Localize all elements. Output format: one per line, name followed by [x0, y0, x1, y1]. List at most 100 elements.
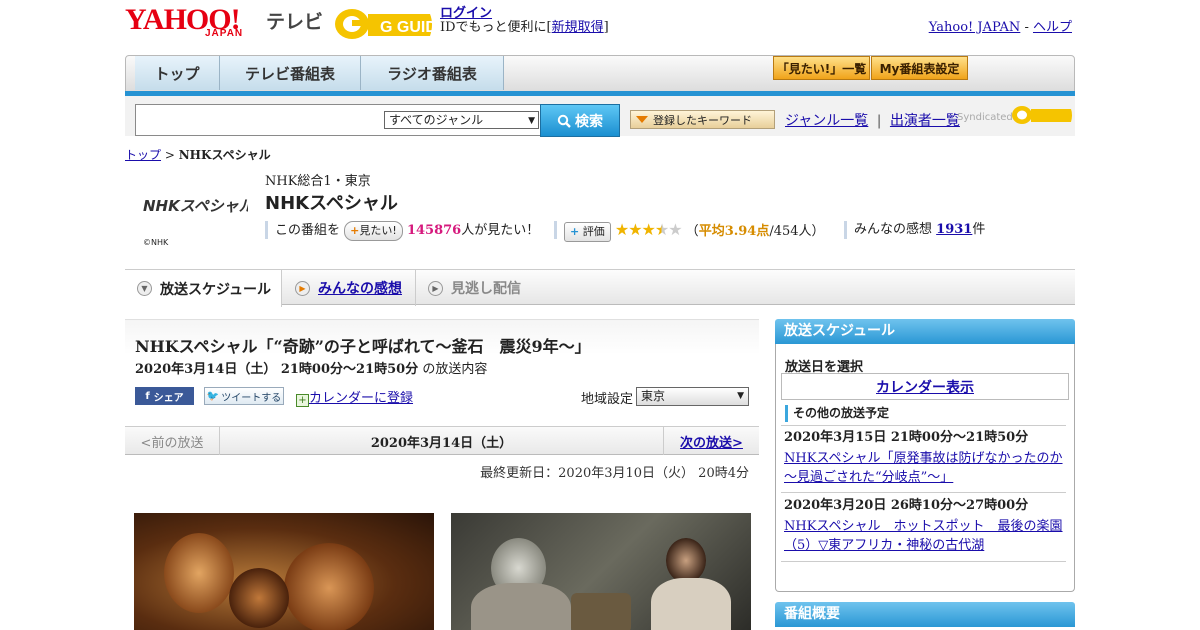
gguide-small-icon — [1012, 106, 1072, 124]
episode-photo-2 — [451, 513, 751, 630]
calendar-plus-icon: + — [296, 394, 309, 407]
syndicated-label: Syndicated — [957, 112, 1013, 123]
login-link[interactable]: ログイン — [440, 6, 492, 21]
other-broadcast-datetime: 2020年3月20日 26時10分～27時00分 — [784, 498, 1029, 513]
yahoo-japan-link[interactable]: Yahoo! JAPAN — [929, 20, 1021, 35]
tv-logo-text[interactable]: テレビ — [266, 7, 323, 34]
help-link[interactable]: ヘルプ — [1033, 20, 1072, 35]
signup-link[interactable]: 新規取得 — [552, 20, 604, 35]
chevron-down-icon: ▼ — [137, 281, 152, 296]
program-title: NHKスペシャル — [265, 193, 398, 214]
tab-catchup: ▶ 見逃し配信 — [416, 270, 541, 306]
calendar-show-link[interactable]: カレンダー表示 — [781, 373, 1069, 400]
tab-schedule[interactable]: ▼ 放送スケジュール — [125, 270, 282, 307]
impressions-prefix: みんなの感想 — [854, 222, 933, 237]
breadcrumb: トップ > NHKスペシャル — [125, 146, 271, 163]
gguide-logo[interactable]: G GUIDE — [334, 6, 448, 42]
breadcrumb-sep: > — [161, 148, 179, 162]
mitai-count: 145876 — [406, 223, 462, 238]
mitai-list-button[interactable]: 「見たい!」一覧 — [773, 56, 870, 80]
plus-icon: + — [350, 224, 360, 237]
login-sub-prefix: IDでもっと便利に[ — [440, 20, 552, 35]
header-right-links: Yahoo! JAPAN - ヘルプ — [929, 16, 1072, 35]
episode-datetime: 2020年3月14日（土） 21時00分～21時50分 — [135, 362, 419, 377]
other-broadcast-item: 2020年3月20日 26時10分～27時00分 NHKスペシャル ホットスポッ… — [784, 497, 1066, 553]
impressions-suffix: 件 — [972, 222, 986, 237]
nav-tab-top[interactable]: トップ — [135, 56, 220, 90]
calendar-register[interactable]: + カレンダーに登録 — [296, 387, 413, 407]
login-sub-suffix: ] — [603, 20, 609, 35]
nav-tab-tv-schedule[interactable]: テレビ番組表 — [220, 56, 361, 90]
plus-icon: + — [570, 225, 580, 238]
current-broadcast-date: 2020年3月14日（土） — [370, 435, 513, 451]
chevron-right-icon: ▶ — [428, 280, 443, 296]
episode-datetime-suffix: の放送内容 — [422, 362, 488, 377]
mitai-button-label: 見たい! — [359, 224, 397, 237]
other-broadcast-item: 2020年3月15日 21時00分～21時50分 NHKスペシャル「原発事故は防… — [784, 429, 1066, 485]
episode-photo-1 — [134, 513, 434, 630]
rating-average: 平均3.94点 — [698, 224, 770, 239]
nhk-copyright: ©NHK — [143, 238, 169, 247]
episode-datetime-line: 2020年3月14日（土） 21時00分～21時50分 の放送内容 — [135, 358, 487, 377]
mitai-prefix: この番組を — [275, 223, 341, 238]
rating-button-label: 評価 — [582, 225, 605, 238]
twitter-bird-icon: 🐦 — [206, 390, 220, 402]
tab-impressions[interactable]: ▶ みんなの感想 — [283, 270, 416, 306]
star-empty-icon: ★ — [668, 220, 682, 239]
my-schedule-button[interactable]: My番組表設定 — [871, 56, 968, 80]
syndicated-gguide-badge: Syndicated — [955, 104, 1073, 130]
search-links: ジャンル一覧 | 出演者一覧 — [785, 110, 960, 130]
other-broadcast-datetime: 2020年3月15日 21時00分～21時50分 — [784, 430, 1029, 445]
login-sub: IDでもっと便利に[新規取得] — [440, 20, 609, 36]
star-full-icon: ★ — [641, 220, 656, 239]
other-broadcast-title-link[interactable]: NHKスペシャル ホットスポット 最後の楽園（5）▽東アフリカ・神秘の古代湖 — [784, 519, 1063, 553]
registered-keywords-label: 登録したキーワード — [653, 113, 752, 127]
impressions-count-link[interactable]: 1931 — [936, 222, 972, 237]
facebook-share-button[interactable]: f シェア — [135, 387, 194, 405]
region-select[interactable]: 東京 — [636, 387, 749, 406]
registered-keywords-button[interactable]: 登録したキーワード — [630, 110, 775, 129]
link-separator: | — [876, 113, 882, 129]
genre-list-link[interactable]: ジャンル一覧 — [785, 113, 868, 129]
sidebar-overview-header: 番組概要 — [775, 602, 1075, 627]
search-button[interactable]: 検索 — [540, 104, 620, 137]
tab-impressions-label: みんなの感想 — [318, 281, 402, 297]
search-icon — [557, 114, 571, 128]
episode-title: NHKスペシャル「“奇跡”の子と呼ばれて～釜石 震災9年～」 — [135, 337, 591, 356]
genre-select[interactable]: すべてのジャンル — [384, 111, 539, 129]
mitai-button[interactable]: +見たい! — [344, 221, 403, 241]
last-updated: 最終更新日：2020年3月10日（火） 20時4分 — [480, 466, 749, 481]
breadcrumb-top-link[interactable]: トップ — [125, 148, 161, 162]
prev-broadcast: <前の放送 — [125, 427, 220, 455]
star-full-icon: ★ — [614, 220, 629, 239]
mitai-stat: この番組を +見たい! 145876人が見たい！ — [265, 221, 540, 241]
tab-catchup-label: 見逃し配信 — [451, 281, 521, 297]
share-label: シェア — [153, 392, 184, 404]
rating-open: （ — [685, 224, 699, 239]
yahoo-japan-logo-text: JAPAN — [205, 28, 244, 39]
rating-count: /454人） — [769, 224, 825, 239]
nhk-special-logo: NHKスペシャル — [143, 194, 255, 218]
header-link-separator: - — [1020, 20, 1033, 35]
sidebar-schedule-header: 放送スケジュール — [775, 319, 1075, 344]
tweet-button[interactable]: 🐦 ツイートする — [204, 387, 284, 405]
calendar-register-link: カレンダーに登録 — [309, 391, 414, 406]
next-broadcast-link[interactable]: 次の放送> — [663, 427, 759, 455]
mitai-suffix: 人が見たい！ — [461, 223, 540, 238]
breadcrumb-current: NHKスペシャル — [178, 148, 271, 162]
performer-list-link[interactable]: 出演者一覧 — [890, 113, 960, 129]
tab-schedule-label: 放送スケジュール — [160, 281, 272, 298]
next-broadcast-label: 次の放送> — [680, 435, 743, 451]
tweet-label: ツイートする — [221, 392, 282, 404]
other-broadcasts-heading: その他の放送予定 — [785, 405, 889, 422]
other-broadcast-title-link[interactable]: NHKスペシャル「原発事故は防げなかったのか～見過ごされた“分岐点”～」 — [784, 451, 1063, 485]
triangle-down-icon — [636, 116, 648, 123]
rating-stars: ★★★★★ — [615, 220, 686, 239]
rating-stat: + 評価 ★★★★★ （平均3.94点/454人） — [554, 220, 825, 242]
nhk-special-logo-text: NHKスペシャル — [143, 197, 248, 215]
chevron-right-icon: ▶ — [295, 280, 310, 296]
search-button-label: 検索 — [575, 113, 603, 130]
divider — [781, 425, 1066, 426]
rating-button[interactable]: + 評価 — [564, 222, 611, 242]
nav-tab-radio-schedule[interactable]: ラジオ番組表 — [361, 56, 504, 90]
